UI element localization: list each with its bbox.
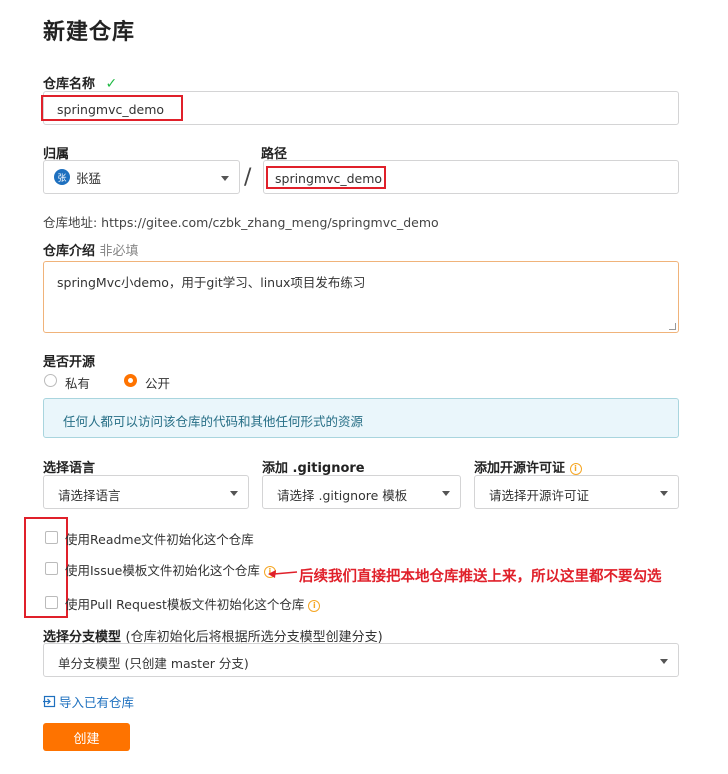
intro-label: 仓库介绍 非必填 bbox=[43, 244, 139, 259]
owner-value: 张猛 bbox=[76, 170, 102, 186]
radio-public-label: 公开 bbox=[145, 376, 171, 391]
checkbox-issue[interactable] bbox=[45, 562, 58, 575]
chevron-down-icon bbox=[660, 659, 668, 664]
annotation-text: 后续我们直接把本地仓库推送上来，所以这里都不要勾选 bbox=[299, 569, 662, 585]
path-separator: / bbox=[244, 165, 252, 190]
branch-model-select[interactable]: 单分支模型 (只创建 master 分支) bbox=[43, 643, 679, 677]
repo-address: 仓库地址: https://gitee.com/czbk_zhang_meng/… bbox=[43, 215, 439, 230]
radio-private[interactable] bbox=[44, 374, 57, 387]
chevron-down-icon bbox=[221, 176, 229, 181]
resize-handle[interactable] bbox=[669, 323, 676, 330]
language-select[interactable]: 请选择语言 bbox=[43, 475, 249, 509]
intro-textarea[interactable]: springMvc小demo，用于git学习、linux项目发布练习 bbox=[43, 261, 679, 333]
license-placeholder: 请选择开源许可证 bbox=[489, 488, 590, 503]
chevron-down-icon bbox=[660, 491, 668, 496]
info-icon[interactable]: i bbox=[569, 462, 582, 475]
checkbox-issue-row: 使用Issue模板文件初始化这个仓库 i bbox=[65, 560, 276, 579]
avatar: 张 bbox=[54, 169, 70, 185]
language-label: 选择语言 bbox=[43, 461, 96, 476]
info-icon[interactable]: i bbox=[308, 599, 321, 612]
gitignore-label: 添加 .gitignore bbox=[262, 461, 365, 476]
gitignore-select[interactable]: 请选择 .gitignore 模板 bbox=[262, 475, 461, 509]
import-link[interactable]: 导入已有仓库 bbox=[43, 692, 134, 711]
import-link-label: 导入已有仓库 bbox=[59, 695, 135, 710]
branch-model-value: 单分支模型 (只创建 master 分支) bbox=[58, 656, 249, 671]
path-value: springmvc_demo bbox=[275, 171, 383, 186]
chevron-down-icon bbox=[442, 491, 450, 496]
annotation-arrow-icon bbox=[268, 570, 298, 578]
radio-public[interactable] bbox=[124, 374, 137, 387]
checkbox-readme[interactable] bbox=[45, 531, 58, 544]
page-title: 新建仓库 bbox=[43, 20, 136, 45]
valid-check-icon: ✓ bbox=[105, 76, 118, 92]
license-label: 添加开源许可证 i bbox=[474, 457, 582, 476]
owner-select[interactable]: 张 张猛 bbox=[43, 160, 240, 194]
radio-private-label: 私有 bbox=[65, 376, 91, 391]
import-icon bbox=[43, 695, 56, 708]
chevron-down-icon bbox=[230, 491, 238, 496]
open-source-notice-text: 任何人都可以访问该仓库的代码和其他任何形式的资源 bbox=[63, 414, 364, 429]
checkbox-pr[interactable] bbox=[45, 596, 58, 609]
language-placeholder: 请选择语言 bbox=[58, 488, 121, 503]
checkbox-readme-label: 使用Readme文件初始化这个仓库 bbox=[65, 532, 254, 547]
checkbox-pr-label: 使用Pull Request模板文件初始化这个仓库 bbox=[65, 597, 305, 612]
create-button[interactable]: 创建 bbox=[43, 723, 130, 751]
checkbox-pr-row: 使用Pull Request模板文件初始化这个仓库 i bbox=[65, 594, 321, 613]
license-select[interactable]: 请选择开源许可证 bbox=[474, 475, 679, 509]
gitignore-placeholder: 请选择 .gitignore 模板 bbox=[277, 488, 408, 503]
open-source-notice: 任何人都可以访问该仓库的代码和其他任何形式的资源 bbox=[43, 398, 679, 438]
open-source-label: 是否开源 bbox=[43, 355, 96, 370]
repo-name-label: 仓库名称 ✓ bbox=[43, 76, 118, 92]
repo-name-value: springmvc_demo bbox=[57, 102, 165, 117]
checkbox-issue-label: 使用Issue模板文件初始化这个仓库 bbox=[65, 563, 260, 578]
intro-value: springMvc小demo，用于git学习、linux项目发布练习 bbox=[57, 275, 366, 290]
